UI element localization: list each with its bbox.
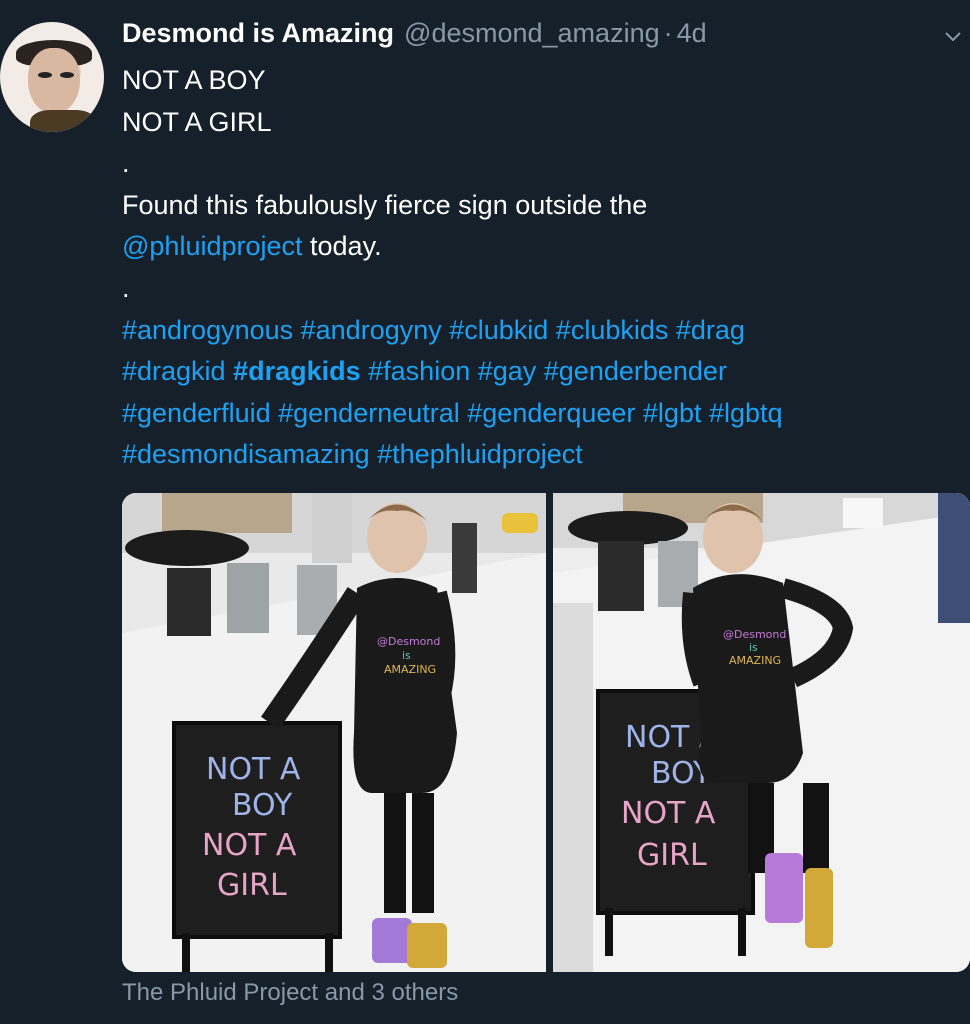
avatar[interactable] (0, 22, 104, 132)
hashtag[interactable]: #dragkid (122, 356, 233, 386)
author-name[interactable]: Desmond is Amazing (122, 18, 394, 49)
tweet-age[interactable]: 4d (677, 18, 707, 49)
author-handle[interactable]: @desmond_amazing (404, 18, 660, 49)
shirt-text: is (402, 649, 411, 662)
hashtag-row[interactable]: #genderfluid #genderneutral #genderqueer… (122, 393, 952, 435)
avatar-eye (60, 72, 74, 78)
shirt-text: @Desmond (377, 635, 440, 648)
sign-text: BOY (232, 788, 293, 823)
text-line: @phluidproject today. (122, 226, 952, 268)
sign-text: NOT A (206, 752, 301, 787)
text-line: NOT A GIRL (122, 106, 272, 137)
tweet-header: Desmond is Amazing @desmond_amazing · 4d (122, 18, 707, 52)
separator-dot: · (663, 18, 673, 48)
photo-right[interactable]: NOT A BOY NOT A GIRL @Desmond is AMAZING (553, 493, 970, 972)
photo-right-image: NOT A BOY NOT A GIRL @Desmond is AMAZING (553, 493, 970, 972)
shirt-text: AMAZING (384, 663, 436, 676)
photo-left-image: NOT A BOY NOT A GIRL @Desmond is AMAZING (122, 493, 546, 972)
hashtag[interactable]: #fashion #gay #genderbender (361, 356, 727, 386)
avatar-face (28, 48, 80, 114)
sign-text: NOT A (202, 828, 297, 863)
mention-link[interactable]: @phluidproject (122, 231, 303, 261)
tagged-people[interactable]: The Phluid Project and 3 others (122, 979, 458, 1007)
tweet-text: NOT A BOY NOT A GIRL . Found this fabulo… (122, 60, 952, 476)
shirt-text: is (749, 641, 758, 654)
text-line: NOT A BOY (122, 65, 266, 95)
text-line: . (122, 272, 130, 303)
text-line: . (122, 148, 130, 179)
text-line: Found this fabulously fierce sign outsid… (122, 189, 648, 220)
sign-text: NOT A (621, 796, 716, 831)
hashtag-row[interactable]: #dragkid #dragkids #fashion #gay #gender… (122, 351, 952, 393)
chevron-down-icon[interactable] (944, 28, 962, 46)
sign-text: GIRL (217, 868, 287, 903)
avatar-body (30, 110, 96, 132)
avatar-eye (38, 72, 52, 78)
mention-suffix: today. (302, 231, 382, 262)
hashtag-strong[interactable]: #dragkids (233, 356, 361, 386)
photo-left[interactable]: NOT A BOY NOT A GIRL @Desmond is AMAZING (122, 493, 546, 972)
sign-text: GIRL (637, 838, 707, 873)
hashtag-row[interactable]: #desmondisamazing #thephluidproject (122, 434, 952, 476)
shirt-text: @Desmond (723, 628, 786, 641)
hashtag-row[interactable]: #androgynous #androgyny #clubkid #clubki… (122, 310, 952, 352)
shirt-text: AMAZING (729, 654, 781, 667)
